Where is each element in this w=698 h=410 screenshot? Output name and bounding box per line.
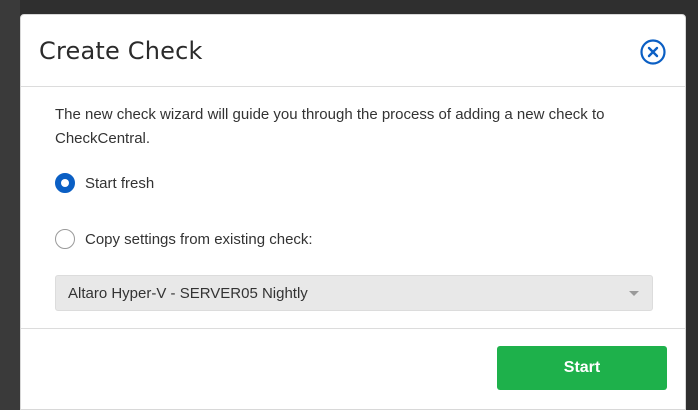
create-check-dialog: Create Check The new check wizard will g…: [20, 14, 686, 410]
start-fresh-label: Start fresh: [85, 174, 155, 192]
option-copy-settings[interactable]: Copy settings from existing check:: [55, 227, 667, 251]
copy-settings-radio[interactable]: [55, 229, 75, 249]
dialog-body: The new check wizard will guide you thro…: [21, 87, 685, 311]
existing-check-select-value: Altaro Hyper-V - SERVER05 Nightly: [68, 285, 308, 302]
intro-text: The new check wizard will guide you thro…: [55, 106, 605, 147]
dialog-header: Create Check: [21, 15, 685, 87]
close-button[interactable]: [640, 39, 666, 65]
chevron-down-icon: [629, 291, 639, 296]
start-button[interactable]: Start: [497, 346, 667, 390]
existing-check-select[interactable]: Altaro Hyper-V - SERVER05 Nightly: [55, 275, 653, 311]
close-circle-icon: [640, 39, 666, 65]
backdrop-overlay: [0, 0, 20, 410]
dialog-footer: Start: [21, 328, 685, 409]
start-fresh-radio[interactable]: [55, 173, 75, 193]
option-start-fresh[interactable]: Start fresh: [55, 171, 667, 195]
copy-settings-label: Copy settings from existing check:: [85, 230, 313, 248]
dialog-title: Create Check: [39, 37, 203, 65]
